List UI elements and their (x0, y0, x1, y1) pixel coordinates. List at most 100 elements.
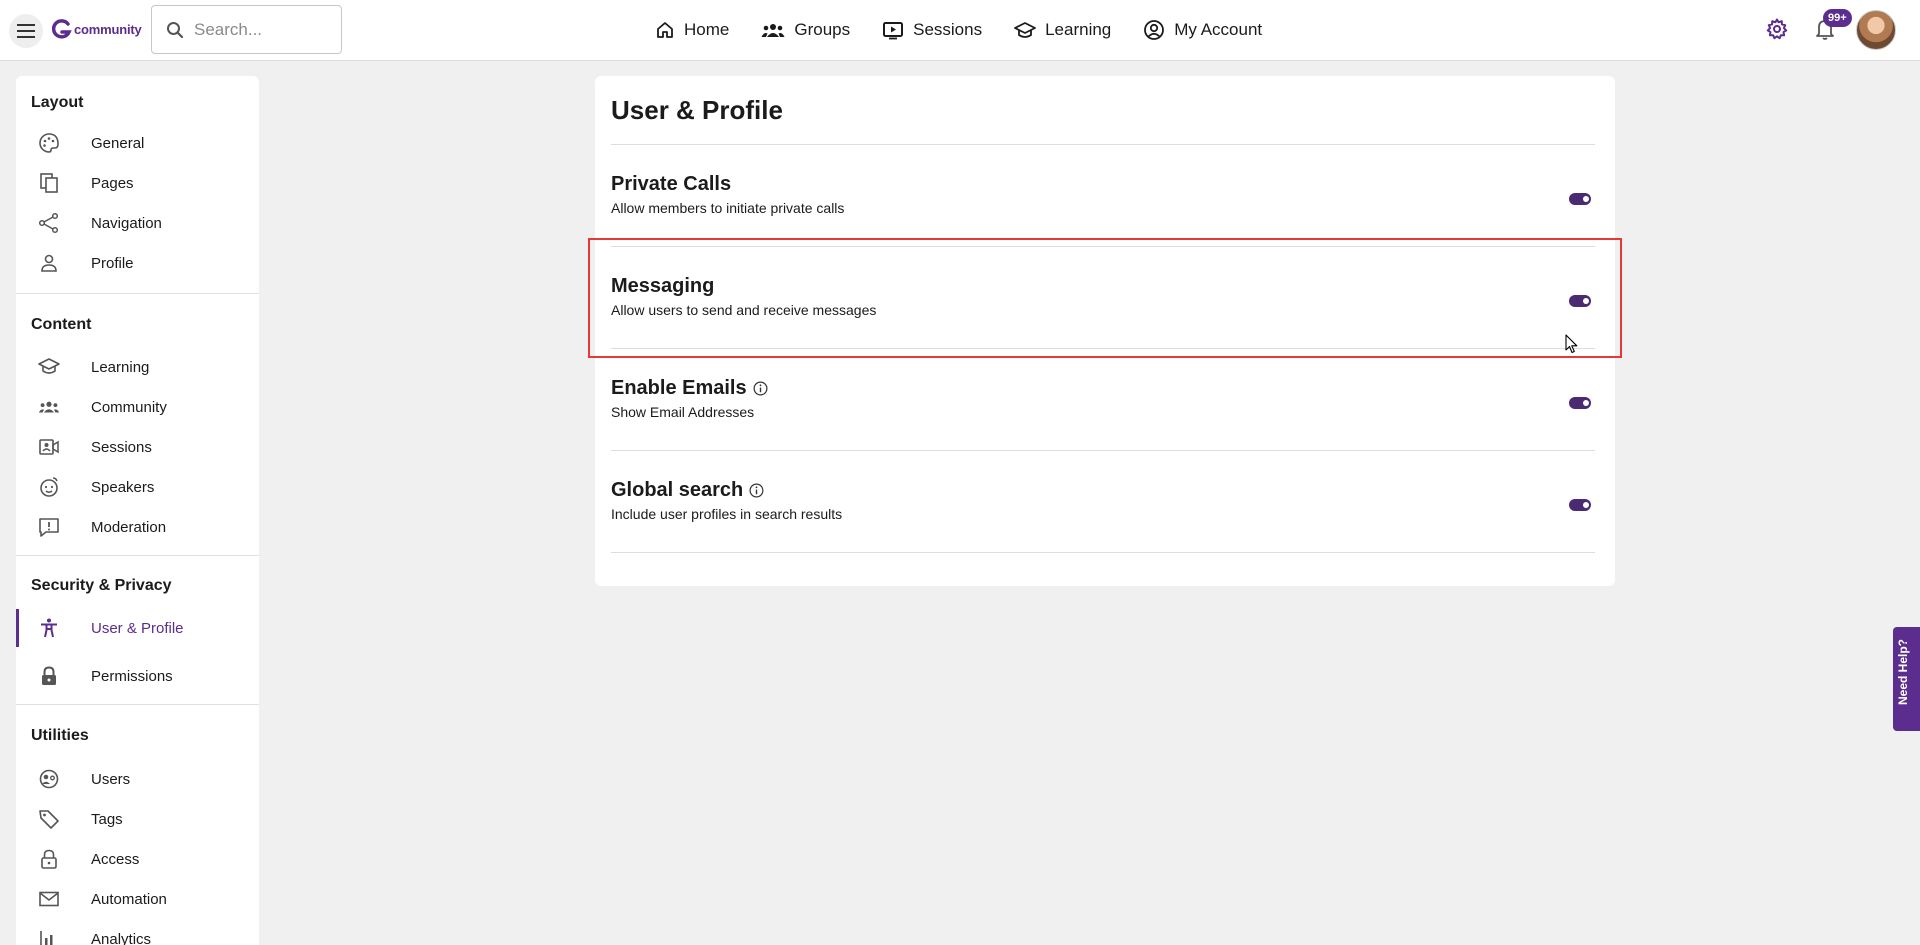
sidebar-item-label: Speakers (91, 478, 155, 496)
sidebar-item-general[interactable]: General (16, 124, 259, 162)
setting-title-text: Private Calls (611, 173, 732, 195)
avatar[interactable] (1856, 10, 1896, 50)
logo-icon (52, 19, 72, 39)
sidebar-item-tags[interactable]: Tags (16, 800, 259, 838)
setting-title-text: Messaging (611, 275, 715, 297)
menu-icon[interactable] (9, 14, 43, 48)
notification-badge: 99+ (1823, 9, 1852, 27)
lock-icon (38, 665, 60, 687)
sidebar-item-label: Automation (91, 890, 167, 908)
report-icon (38, 516, 60, 538)
sidebar-item-label: User & Profile (91, 619, 184, 637)
sidebar-item-permissions[interactable]: Permissions (16, 657, 259, 695)
private-calls-toggle[interactable] (1569, 193, 1591, 205)
sidebar-item-learning[interactable]: Learning (16, 348, 259, 386)
info-icon[interactable] (753, 381, 768, 396)
sidebar-item-navigation[interactable]: Navigation (16, 204, 259, 242)
sidebar-item-sessions[interactable]: Sessions (16, 428, 259, 466)
enable-emails-toggle[interactable] (1569, 397, 1591, 409)
sidebar-section-content: Content (31, 316, 92, 333)
sidebar-section-utilities: Utilities (31, 727, 89, 744)
logo[interactable]: community (52, 19, 142, 39)
main-nav: Home Groups Sessions Learning My Account (655, 18, 1262, 42)
sidebar-item-label: Profile (91, 254, 134, 272)
sidebar-item-community[interactable]: Community (16, 388, 259, 426)
sidebar-item-label: Learning (91, 358, 150, 376)
logo-text: community (74, 21, 142, 37)
sidebar-divider (16, 704, 259, 705)
search-input[interactable] (194, 19, 334, 40)
sidebar-item-users[interactable]: Users (16, 760, 259, 798)
setting-description: Include user profiles in search results (611, 506, 843, 522)
sidebar-item-pages[interactable]: Pages (16, 164, 259, 202)
global-search-toggle[interactable] (1569, 499, 1591, 511)
nav-home[interactable]: Home (655, 18, 729, 42)
nav-groups-label: Groups (794, 20, 851, 39)
face-icon (38, 476, 60, 498)
sidebar-item-moderation[interactable]: Moderation (16, 508, 259, 546)
nav-sessions[interactable]: Sessions (882, 18, 982, 42)
messaging-toggle[interactable] (1569, 295, 1591, 307)
home-icon (657, 22, 673, 38)
tag-icon (38, 808, 60, 830)
setting-description: Show Email Addresses (611, 404, 755, 420)
users-icon (38, 768, 60, 790)
gear-icon[interactable] (1766, 18, 1788, 40)
sidebar-item-label: General (91, 134, 145, 152)
nav-my-account[interactable]: My Account (1143, 18, 1262, 42)
nav-learning-label: Learning (1045, 20, 1112, 39)
groups-icon (761, 24, 785, 37)
sidebar-section-security-privacy: Security & Privacy (31, 577, 172, 594)
sidebar-item-access[interactable]: Access (16, 840, 259, 878)
search-icon (167, 21, 184, 38)
sessions-icon (883, 22, 904, 40)
nav-my-account-label: My Account (1174, 20, 1263, 39)
sidebar-divider (16, 555, 259, 556)
need-help-label: Need Help? (1896, 639, 1910, 706)
sidebar-item-automation[interactable]: Automation (16, 880, 259, 918)
sidebar-item-label: Permissions (91, 667, 173, 685)
info-icon[interactable] (749, 483, 764, 498)
sidebar-item-speakers[interactable]: Speakers (16, 468, 259, 506)
setting-divider (611, 450, 1595, 451)
learning-icon (38, 356, 60, 378)
pages-icon (38, 172, 60, 194)
sidebar-item-profile[interactable]: Profile (16, 244, 259, 282)
setting-title-text: Global search (611, 479, 744, 501)
sidebar-item-label: Analytics (91, 930, 152, 945)
learning-icon (1014, 22, 1036, 38)
sidebar-item-label: Moderation (91, 518, 167, 536)
setting-description: Allow members to initiate private calls (611, 200, 845, 216)
mail-icon (38, 888, 60, 910)
setting-divider (611, 348, 1595, 349)
setting-messaging: Messaging Allow users to send and receiv… (611, 275, 1595, 375)
need-help-tab[interactable]: Need Help? (1893, 627, 1920, 731)
person-icon (38, 252, 60, 274)
sidebar-item-label: Community (91, 398, 167, 416)
video-user-icon (38, 436, 60, 458)
top-bar: community Home Groups Sessions Learning … (0, 0, 1920, 61)
search-box[interactable] (151, 5, 342, 54)
sidebar-item-label: Tags (91, 810, 123, 828)
analytics-icon (38, 928, 60, 945)
mouse-cursor-icon (1565, 334, 1578, 354)
setting-title: Private Calls (611, 173, 731, 196)
sidebar-item-analytics[interactable]: Analytics (16, 920, 259, 945)
setting-global-search: Global search Include user profiles in s… (611, 479, 1595, 579)
nav-sessions-label: Sessions (913, 20, 983, 39)
sidebar-item-label: Users (91, 770, 131, 788)
setting-private-calls: Private Calls Allow members to initiate … (611, 173, 1595, 273)
sidebar-item-label: Access (91, 850, 140, 868)
setting-divider (611, 246, 1595, 247)
setting-title: Enable Emails (611, 377, 768, 400)
nav-home-label: Home (684, 20, 730, 39)
setting-title: Messaging (611, 275, 714, 298)
nav-learning[interactable]: Learning (1014, 18, 1111, 42)
nav-groups[interactable]: Groups (761, 18, 850, 42)
lock-open-icon (38, 848, 60, 870)
community-icon (38, 396, 60, 418)
sidebar-item-user-profile[interactable]: User & Profile (16, 609, 259, 647)
user-profile-settings-card: User & Profile Private Calls Allow membe… (595, 76, 1615, 586)
sidebar-item-label: Navigation (91, 214, 162, 232)
sidebar-item-label: Pages (91, 174, 134, 192)
